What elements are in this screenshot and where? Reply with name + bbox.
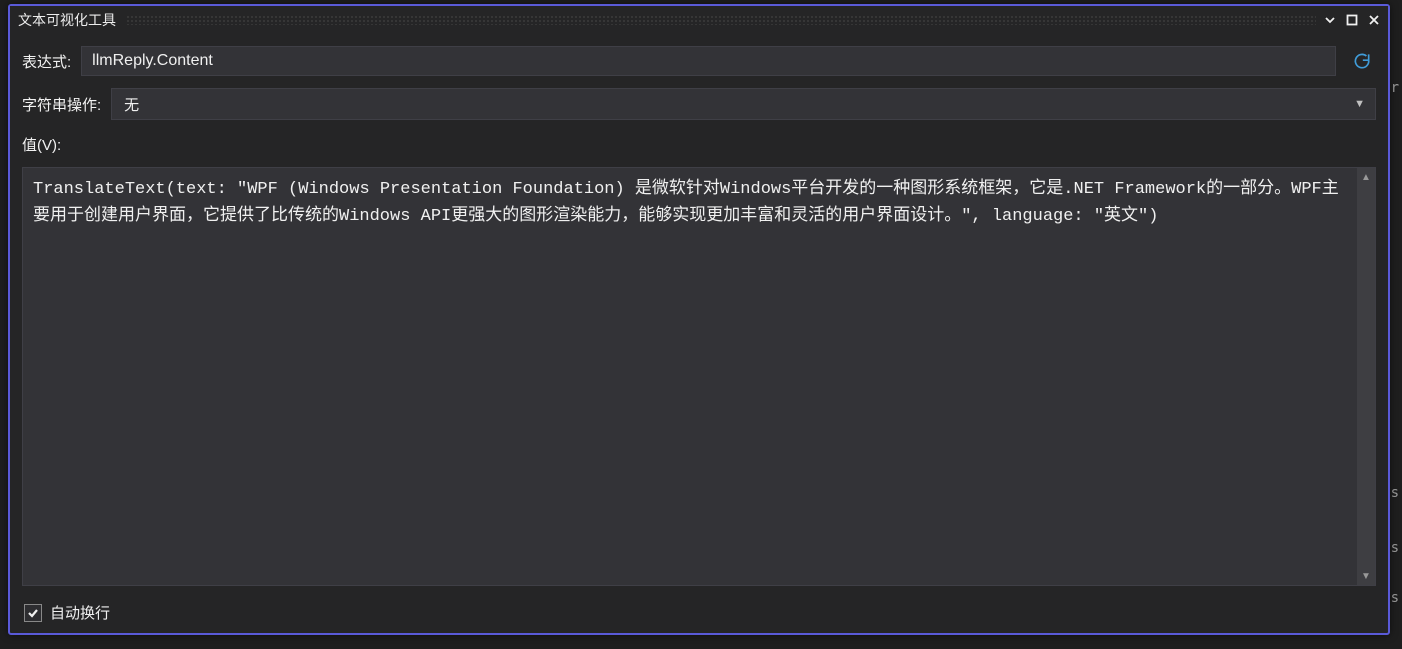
bg-char-1: r [1391,80,1399,96]
string-op-selected: 无 [124,94,139,115]
refresh-icon [1352,51,1372,71]
scroll-down-icon[interactable]: ▼ [1357,567,1375,585]
titlebar[interactable]: 文本可视化工具 [10,6,1388,34]
string-op-row: 字符串操作: 无 ▼ [22,88,1376,120]
background: r s s s 文本可视化工具 表达式: llm [0,0,1402,649]
maximize-icon[interactable] [1344,12,1360,28]
expression-label: 表达式: [22,51,71,72]
expression-input[interactable]: llmReply.Content [81,46,1336,76]
word-wrap-checkbox[interactable] [24,604,42,622]
scrollbar[interactable]: ▲ ▼ [1357,168,1375,585]
value-content[interactable]: TranslateText(text: "WPF (Windows Presen… [23,168,1375,585]
text-visualizer-window: 文本可视化工具 表达式: llmReply.Content [8,4,1390,635]
close-icon[interactable] [1366,12,1382,28]
string-op-select[interactable]: 无 ▼ [111,88,1376,120]
value-textarea[interactable]: TranslateText(text: "WPF (Windows Presen… [22,167,1376,586]
refresh-button[interactable] [1348,47,1376,75]
chevron-down-icon: ▼ [1354,98,1365,110]
body: 表达式: llmReply.Content 字符串操作: 无 ▼ [10,34,1388,633]
bg-char-3: s [1391,540,1399,556]
bg-char-2: s [1391,485,1399,501]
expression-row: 表达式: llmReply.Content [22,46,1376,76]
value-label: 值(V): [22,134,1376,155]
check-icon [27,607,39,619]
expression-value: llmReply.Content [92,52,213,70]
dropdown-icon[interactable] [1322,12,1338,28]
string-op-label: 字符串操作: [22,94,101,115]
scroll-up-icon[interactable]: ▲ [1357,168,1375,186]
footer: 自动换行 [22,598,1376,625]
titlebar-grip[interactable] [126,15,1316,25]
bg-char-4: s [1391,590,1399,606]
window-controls [1322,12,1382,28]
window-title: 文本可视化工具 [18,10,120,30]
word-wrap-label: 自动换行 [50,602,110,623]
